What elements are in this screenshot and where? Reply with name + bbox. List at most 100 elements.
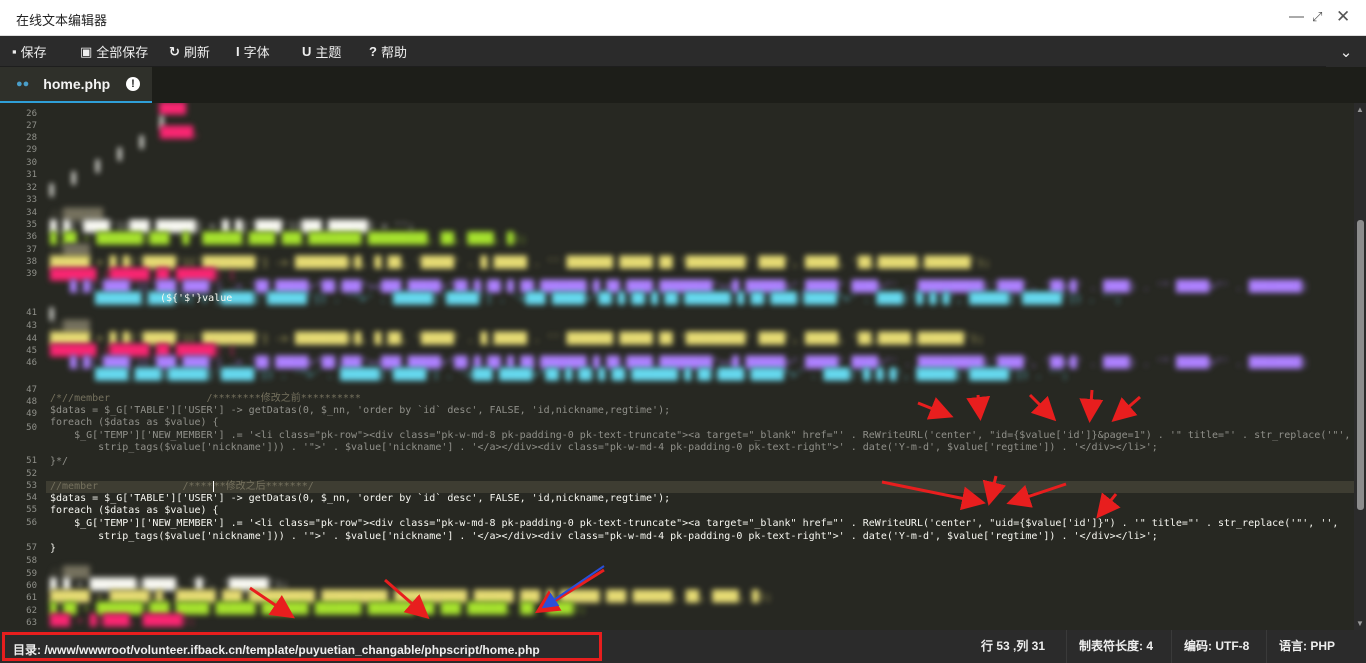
info-icon[interactable]: ! [126, 77, 140, 91]
code-line-53: //member /******修改之后*******/ [50, 481, 314, 493]
line-number: 44 [26, 334, 37, 344]
blurred-code: ███████_████(${'$'}█████['██████']) . '"… [95, 292, 1122, 305]
font-icon: I [236, 44, 240, 59]
line-number: 51 [26, 456, 37, 466]
code-line-47: /*//member /********修改之前********** [50, 393, 361, 404]
dir-label: 目录: [13, 643, 41, 657]
save-button[interactable]: ▪ 保存 [12, 36, 47, 67]
scroll-down-icon[interactable]: ▼ [1356, 619, 1364, 628]
theme-icon: U [302, 44, 312, 59]
code-line-51: }*/ [50, 456, 69, 467]
code-line-56: $_G['TEMP']['NEW_MEMBER'] .= '<li class=… [50, 518, 1339, 529]
tab-size[interactable]: 制表符长度: 4 [1066, 630, 1165, 663]
code-line-50b: strip_tags($value['nickname'])) . '">' .… [50, 442, 1158, 453]
line-number: 31 [26, 170, 37, 180]
line-number: 56 [26, 518, 37, 528]
line-number: 28 [26, 133, 37, 143]
blurred-code: ▌ [96, 160, 103, 173]
blurred-code: ████ [60, 103, 186, 115]
line-number: 54 [26, 493, 37, 503]
line-number: 35 [26, 220, 37, 230]
save-all-button[interactable]: ▣ 全部保存 [80, 36, 148, 67]
line-number: 59 [26, 569, 37, 579]
save-all-label: 全部保存 [96, 45, 149, 60]
code-line-57: } [50, 543, 57, 554]
save-label: 保存 [20, 45, 47, 60]
code-line: (${'$'}value [160, 293, 233, 304]
line-number: 46 [26, 358, 37, 368]
blurred-code: ▌ [50, 184, 57, 197]
line-number: 61 [26, 593, 37, 603]
line-number: 62 [26, 606, 37, 616]
font-label: 字体 [243, 45, 270, 60]
status-bar: 目录: /www/wwwroot/volunteer.ifback.cn/tem… [0, 630, 1366, 663]
line-number: 37 [26, 245, 37, 255]
code-editor[interactable]: 26 27 28 29 30 31 32 33 34 35 36 37 38 39 41 43 44 45 46 47… [0, 103, 1354, 630]
window-titlebar: 在线文本编辑器 — ⤢ ✕ [0, 0, 1366, 36]
line-number: 55 [26, 505, 37, 515]
line-number: 57 [26, 543, 37, 553]
line-number: 27 [26, 121, 37, 131]
tab-bar: ●● home.php ! [0, 67, 1366, 103]
tab-home-php[interactable]: ●● home.php ! [0, 67, 152, 103]
refresh-button[interactable]: ↻ 刷新 [169, 36, 210, 67]
line-number: 63 [26, 618, 37, 628]
code-line-49: foreach ($datas as $value) { [50, 417, 219, 428]
line-number: 50 [26, 423, 37, 433]
line-number: 53 [26, 481, 37, 491]
line-number: 43 [26, 321, 37, 331]
line-number: 36 [26, 232, 37, 242]
file-icon: ●● [16, 78, 30, 90]
theme-label: 主题 [315, 45, 342, 60]
code-line-48: $datas = $_G['TABLE']['USER'] -> getData… [50, 405, 671, 416]
line-number: 29 [26, 145, 37, 155]
line-number: 32 [26, 183, 37, 193]
code-line-53-part2: **修改之后*******/ [213, 481, 314, 492]
scrollbar-thumb[interactable] [1357, 220, 1364, 510]
line-number: 49 [26, 409, 37, 419]
close-icon[interactable]: ✕ [1336, 8, 1350, 25]
font-button[interactable]: I 字体 [236, 36, 270, 67]
code-line-50: $_G['TEMP']['NEW_MEMBER'] .= '<li class=… [50, 430, 1354, 441]
line-number: 34 [26, 208, 37, 218]
minimize-icon[interactable]: — [1289, 9, 1304, 25]
code-line-54: $datas = $_G['TABLE']['USER'] -> getData… [50, 493, 671, 504]
window-title: 在线文本编辑器 [16, 13, 108, 28]
tab-label: home.php [43, 76, 111, 92]
blurred-code: ▌ [118, 148, 125, 161]
line-number: 30 [26, 158, 37, 168]
refresh-label: 刷新 [183, 45, 210, 60]
help-label: 帮助 [380, 45, 407, 60]
line-number: 41 [26, 308, 37, 318]
encoding[interactable]: 编码: UTF-8 [1171, 630, 1261, 663]
language[interactable]: 语言: PHP [1266, 630, 1347, 663]
line-number: 26 [26, 109, 37, 119]
line-number: 47 [26, 385, 37, 395]
save-icon: ▪ [12, 44, 17, 59]
help-button[interactable]: ? 帮助 [369, 36, 407, 67]
dir-path: /www/wwwroot/volunteer.ifback.cn/templat… [44, 643, 540, 657]
code-line-55: foreach ($datas as $value) { [50, 505, 219, 516]
refresh-icon: ↻ [169, 43, 180, 59]
line-number: 48 [26, 397, 37, 407]
scroll-up-icon[interactable]: ▲ [1356, 105, 1364, 114]
directory-path: 目录: /www/wwwroot/volunteer.ifback.cn/tem… [2, 632, 602, 661]
theme-button[interactable]: U 主题 [302, 36, 341, 67]
line-number: 58 [26, 556, 37, 566]
blurred-code: █_██ = ███████(███ '█' ██████_████ ███_█… [50, 232, 527, 245]
line-number: 39 [26, 269, 37, 279]
chevron-down-icon[interactable]: ⌄ [1326, 36, 1366, 67]
line-number: 38 [26, 257, 37, 267]
code-line-56b: strip_tags($value['nickname'])) . '">' .… [50, 531, 1158, 542]
blurred-code: █████, [160, 126, 200, 139]
code-line-53-part1: //member /**** [50, 481, 213, 492]
vertical-scrollbar[interactable]: ▲ ▼ [1354, 103, 1366, 630]
maximize-icon[interactable]: ⤢ [1312, 9, 1322, 25]
line-number: 60 [26, 581, 37, 591]
save-all-icon: ▣ [80, 43, 93, 59]
blurred-code: █████_████(██████['█████']) . '">' . ███… [95, 368, 1069, 381]
line-number: 33 [26, 195, 37, 205]
blurred-code: ███ = █(████, ██████); [50, 614, 196, 627]
toolbar: ▪ 保存 ▣ 全部保存 ↻ 刷新 I 字体 U 主题 ? 帮助 [0, 36, 1366, 67]
line-number: 52 [26, 469, 37, 479]
